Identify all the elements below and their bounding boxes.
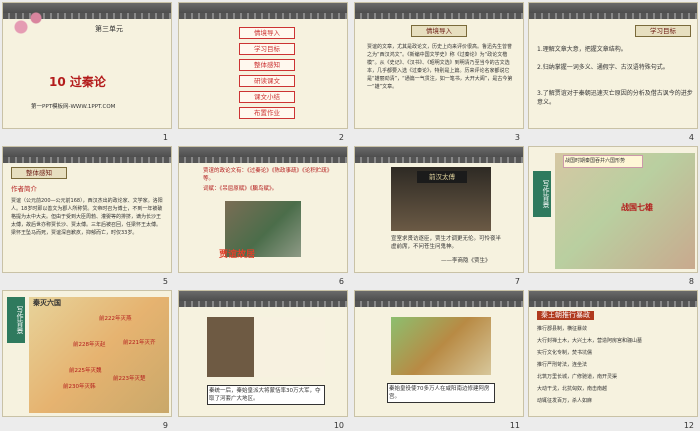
slide-5: 整体感知 作者简介 贾谊（公元前200—公元前168），西汉杰出的政论家、文学家… — [2, 146, 172, 273]
slide-subtitle: 第一PPT模板网-WWW.1PPT.COM — [31, 104, 116, 110]
menu-item: 整体感知 — [239, 59, 295, 71]
slide-11: 秦始皇役使70多万人在咸阳南边修建阿房宫。 — [354, 290, 524, 417]
slide-number: 12 — [683, 421, 694, 430]
slide-header: 秦王朝推行暴政 — [537, 311, 594, 320]
conquest-label: 前225年灭魏 — [69, 368, 102, 374]
slide-8: 写作背景 战国时期秦国吞并六国形势 战国七雄 — [528, 146, 698, 273]
slide-2: 情境导入 学习目标 整体感知 研读课文 课文小结 布置作业 — [178, 2, 348, 129]
policy-item: 北筑万里长城，广修驰道，南开灵渠 — [537, 374, 618, 380]
slide-header: 情境导入 — [411, 25, 467, 37]
slide-7: 前汉太傅 宣室求贤访逐臣，贾生才调更无伦。可怜夜半虚前席，不问苍生问鬼神。 ——… — [354, 146, 524, 273]
menu-item: 情境导入 — [239, 27, 295, 39]
slide-1: 第三单元 10 过秦论 第一PPT模板网-WWW.1PPT.COM — [2, 2, 172, 129]
slide-3: 情境导入 贾谊的文章，尤其是政论文，历史上向来评价很高。鲁迅先生曾誉之为“西汉鸿… — [354, 2, 524, 129]
slide-12: 秦王朝推行暴政 推行郡县制，横征暴敛 大行封禅土木，大兴土木，营造阿房宫和骊山墓… — [528, 290, 698, 417]
slide-thumbnail-6[interactable]: 贾谊的政论文有：《过秦论》《陈政事疏》《论积贮疏》等。 词赋：《吊屈原赋》《鵩鸟… — [176, 144, 350, 287]
slide-number: 3 — [514, 133, 520, 142]
unit-label: 第三单元 — [95, 25, 123, 33]
slide-4: 学习目标 1.理解文章大意，把握文章结构。 2.归纳掌握一词多义、通假字、古汉语… — [528, 2, 698, 129]
slide-title: 10 过秦论 — [49, 75, 106, 89]
slide-number: 6 — [338, 277, 344, 286]
slide-10: 秦统一后，秦始皇派大将蒙恬率30万大军，夺取了河套广大地区。 — [178, 290, 348, 417]
policy-item: 大动干戈，北抗匈奴，南击南越 — [537, 386, 608, 392]
slide-number: 5 — [162, 277, 168, 286]
slide-caption: 秦统一后，秦始皇派大将蒙恬率30万大军，夺取了河套广大地区。 — [207, 385, 325, 405]
terracotta-photo — [207, 317, 325, 377]
slide-header: 整体感知 — [11, 167, 67, 179]
slide-header: 学习目标 — [635, 25, 691, 37]
policy-item: 实行文化专制，焚书坑儒 — [537, 350, 593, 356]
slide-thumbnail-4[interactable]: 学习目标 1.理解文章大意，把握文章结构。 2.归纳掌握一词多义、通假字、古汉语… — [526, 0, 700, 143]
slide-thumbnail-1[interactable]: 第三单元 10 过秦论 第一PPT模板网-WWW.1PPT.COM 1 — [0, 0, 174, 143]
menu-item: 学习目标 — [239, 43, 295, 55]
policy-item: 动辄征发百万，杀人如麻 — [537, 398, 593, 404]
conquest-label: 前223年灭楚 — [113, 376, 146, 382]
slide-number: 1 — [162, 133, 168, 142]
section-label: 作者简介 — [11, 185, 37, 193]
slide-number: 2 — [338, 133, 344, 142]
conquest-label: 前222年灭燕 — [99, 316, 132, 322]
slide-thumbnail-7[interactable]: 前汉太傅 宣室求贤访逐臣，贾生才调更无伦。可怜夜半虚前席，不问苍生问鬼神。 ——… — [352, 144, 526, 287]
side-label: 写作背景 — [7, 297, 25, 343]
epang-palace-photo — [391, 317, 491, 375]
slide-9: 写作背景 秦灭六国 前222年灭燕 前228年灭赵 前221年灭齐 前225年灭… — [2, 290, 172, 417]
slide-number: 7 — [514, 277, 520, 286]
policy-item: 大行封禅土木，大兴土木，营造阿房宫和骊山墓 — [537, 338, 643, 344]
slide-body-text: 贾谊（公元前200—公元前168），西汉杰出的政论家、文学家。洛阳人。18岁时即… — [11, 198, 163, 236]
slide-thumbnail-3[interactable]: 情境导入 贾谊的文章，尤其是政论文，历史上向来评价很高。鲁迅先生曾誉之为“西汉鸿… — [352, 0, 526, 143]
conquest-label: 前221年灭齐 — [123, 340, 156, 346]
photo-caption: 贾谊故居 — [219, 250, 256, 260]
map-note: 战国时期秦国吞并六国形势 — [563, 155, 643, 168]
slide-number: 9 — [162, 421, 168, 430]
slide-thumbnail-5[interactable]: 整体感知 作者简介 贾谊（公元前200—公元前168），西汉杰出的政论家、文学家… — [0, 144, 174, 287]
goal-item: 2.归纳掌握一词多义、通假字、古汉语特殊句式。 — [537, 64, 669, 71]
goal-item: 1.理解文章大意，把握文章结构。 — [537, 46, 627, 53]
slide-thumbnail-11[interactable]: 秦始皇役使70多万人在咸阳南边修建阿房宫。 11 — [352, 288, 526, 431]
slide-caption: 秦始皇役使70多万人在咸阳南边修建阿房宫。 — [387, 383, 495, 403]
slide-number: 4 — [688, 133, 694, 142]
conquest-label: 前230年灭韩 — [63, 384, 96, 390]
fu-text: 词赋：《吊屈原赋》《鵩鸟赋》。 — [203, 186, 278, 192]
slide-thumbnail-2[interactable]: 情境导入 学习目标 整体感知 研读课文 课文小结 布置作业 2 — [176, 0, 350, 143]
poem-author: ——李商隐《贾生》 — [441, 258, 491, 264]
conquest-label: 前228年灭赵 — [73, 342, 106, 348]
slide-thumbnail-8[interactable]: 写作背景 战国时期秦国吞并六国形势 战国七雄 8 — [526, 144, 700, 287]
menu-item: 课文小结 — [239, 91, 295, 103]
policy-item: 推行郡县制，横征暴敛 — [537, 326, 588, 332]
slide-body-text: 贾谊的文章，尤其是政论文，历史上向来评价很高。鲁迅先生曾誉之为“西汉鸿文”。《新… — [367, 44, 513, 90]
goal-item: 3.了解贾谊对于秦朝迅速灭亡原因的分析及借古讽今的进步意义。 — [537, 90, 693, 106]
menu-item: 研读课文 — [239, 75, 295, 87]
slide-number: 11 — [509, 421, 520, 430]
side-label: 写作背景 — [533, 171, 551, 217]
temple-sign: 前汉太傅 — [417, 171, 467, 183]
works-text: 贾谊的政论文有：《过秦论》《陈政事疏》《论积贮疏》等。 — [203, 168, 333, 182]
slide-sorter-grid: 第三单元 10 过秦论 第一PPT模板网-WWW.1PPT.COM 1 情境导入… — [0, 0, 700, 431]
slide-number: 10 — [333, 421, 344, 430]
poem-text: 宣室求贤访逐臣，贾生才调更无伦。可怜夜半虚前席，不问苍生问鬼神。 — [391, 236, 502, 250]
residence-photo — [225, 201, 301, 257]
slide-thumbnail-12[interactable]: 秦王朝推行暴政 推行郡县制，横征暴敛 大行封禅土木，大兴土木，营造阿房宫和骊山墓… — [526, 288, 700, 431]
slide-thumbnail-9[interactable]: 写作背景 秦灭六国 前222年灭燕 前228年灭赵 前221年灭齐 前225年灭… — [0, 288, 174, 431]
policy-item: 推行严刑苛法，连坐法 — [537, 362, 588, 368]
slide-thumbnail-10[interactable]: 秦统一后，秦始皇派大将蒙恬率30万大军，夺取了河套广大地区。 10 — [176, 288, 350, 431]
map-title: 战国七雄 — [621, 203, 653, 212]
menu-item: 布置作业 — [239, 107, 295, 119]
map-title: 秦灭六国 — [33, 299, 61, 307]
slide-6: 贾谊的政论文有：《过秦论》《陈政事疏》《论积贮疏》等。 词赋：《吊屈原赋》《鵩鸟… — [178, 146, 348, 273]
slide-number: 8 — [688, 277, 694, 286]
